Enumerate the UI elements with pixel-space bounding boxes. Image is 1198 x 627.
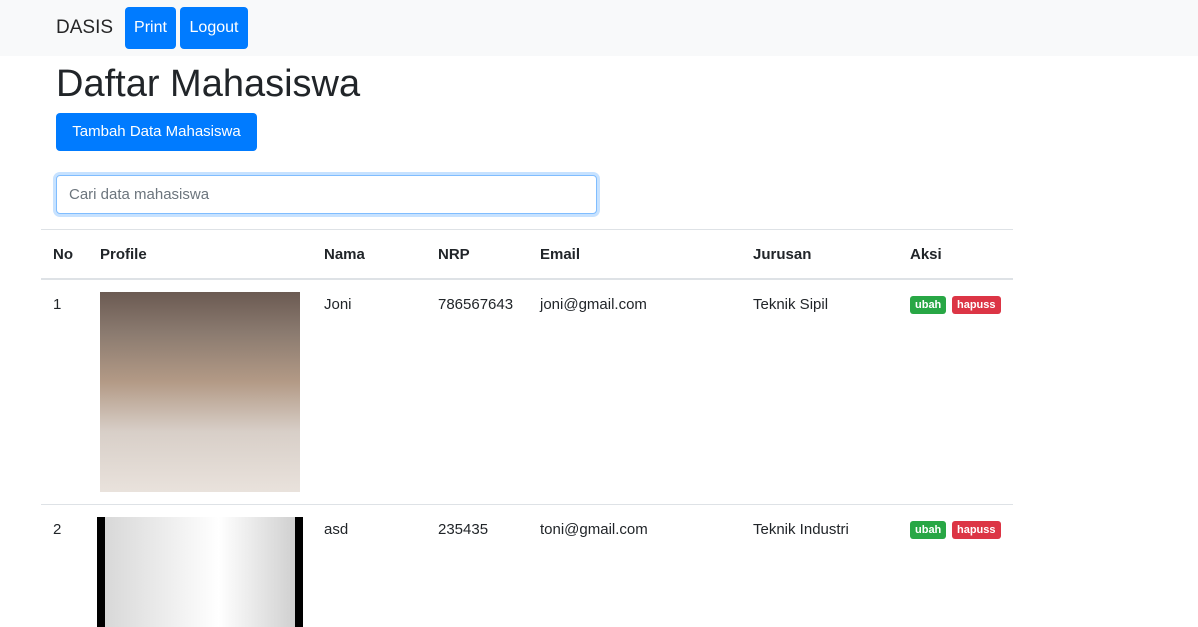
row-nama: asd (324, 521, 349, 538)
row-nrp: 235435 (438, 521, 489, 538)
page-title: Daftar Mahasiswa (56, 63, 361, 105)
row-jurusan: Teknik Sipil (753, 296, 829, 313)
row-divider (41, 504, 1013, 505)
header-nama: Nama (324, 246, 365, 263)
header-jurusan: Jurusan (753, 246, 812, 263)
table-header-border (41, 278, 1013, 280)
delete-badge[interactable]: hapuss (952, 296, 1001, 314)
edit-badge[interactable]: ubah (910, 521, 947, 539)
row-nama: Joni (324, 296, 352, 313)
row-email: toni@gmail.com (540, 521, 648, 538)
logout-button[interactable]: Logout (180, 7, 248, 49)
header-no: No (53, 246, 73, 263)
profile-photo (100, 292, 300, 492)
row-jurusan: Teknik Industri (753, 521, 849, 538)
print-button[interactable]: Print (125, 7, 176, 49)
table-top-border (41, 229, 1013, 230)
edit-badge[interactable]: ubah (910, 296, 947, 314)
header-profile: Profile (100, 246, 147, 263)
profile-photo (97, 517, 303, 627)
navbar: DASIS Print Logout (0, 0, 1198, 56)
row-email: joni@gmail.com (540, 296, 647, 313)
row-nrp: 786567643 (438, 296, 514, 313)
profile-photo-content (105, 517, 295, 627)
search-input[interactable] (56, 175, 597, 214)
add-student-button[interactable]: Tambah Data Mahasiswa (56, 113, 257, 151)
navbar-brand[interactable]: DASIS (56, 17, 113, 39)
row-no: 2 (53, 521, 62, 538)
header-nrp: NRP (438, 246, 470, 263)
delete-badge[interactable]: hapuss (952, 521, 1001, 539)
header-email: Email (540, 246, 581, 263)
row-no: 1 (53, 296, 62, 313)
header-aksi: Aksi (910, 246, 942, 263)
